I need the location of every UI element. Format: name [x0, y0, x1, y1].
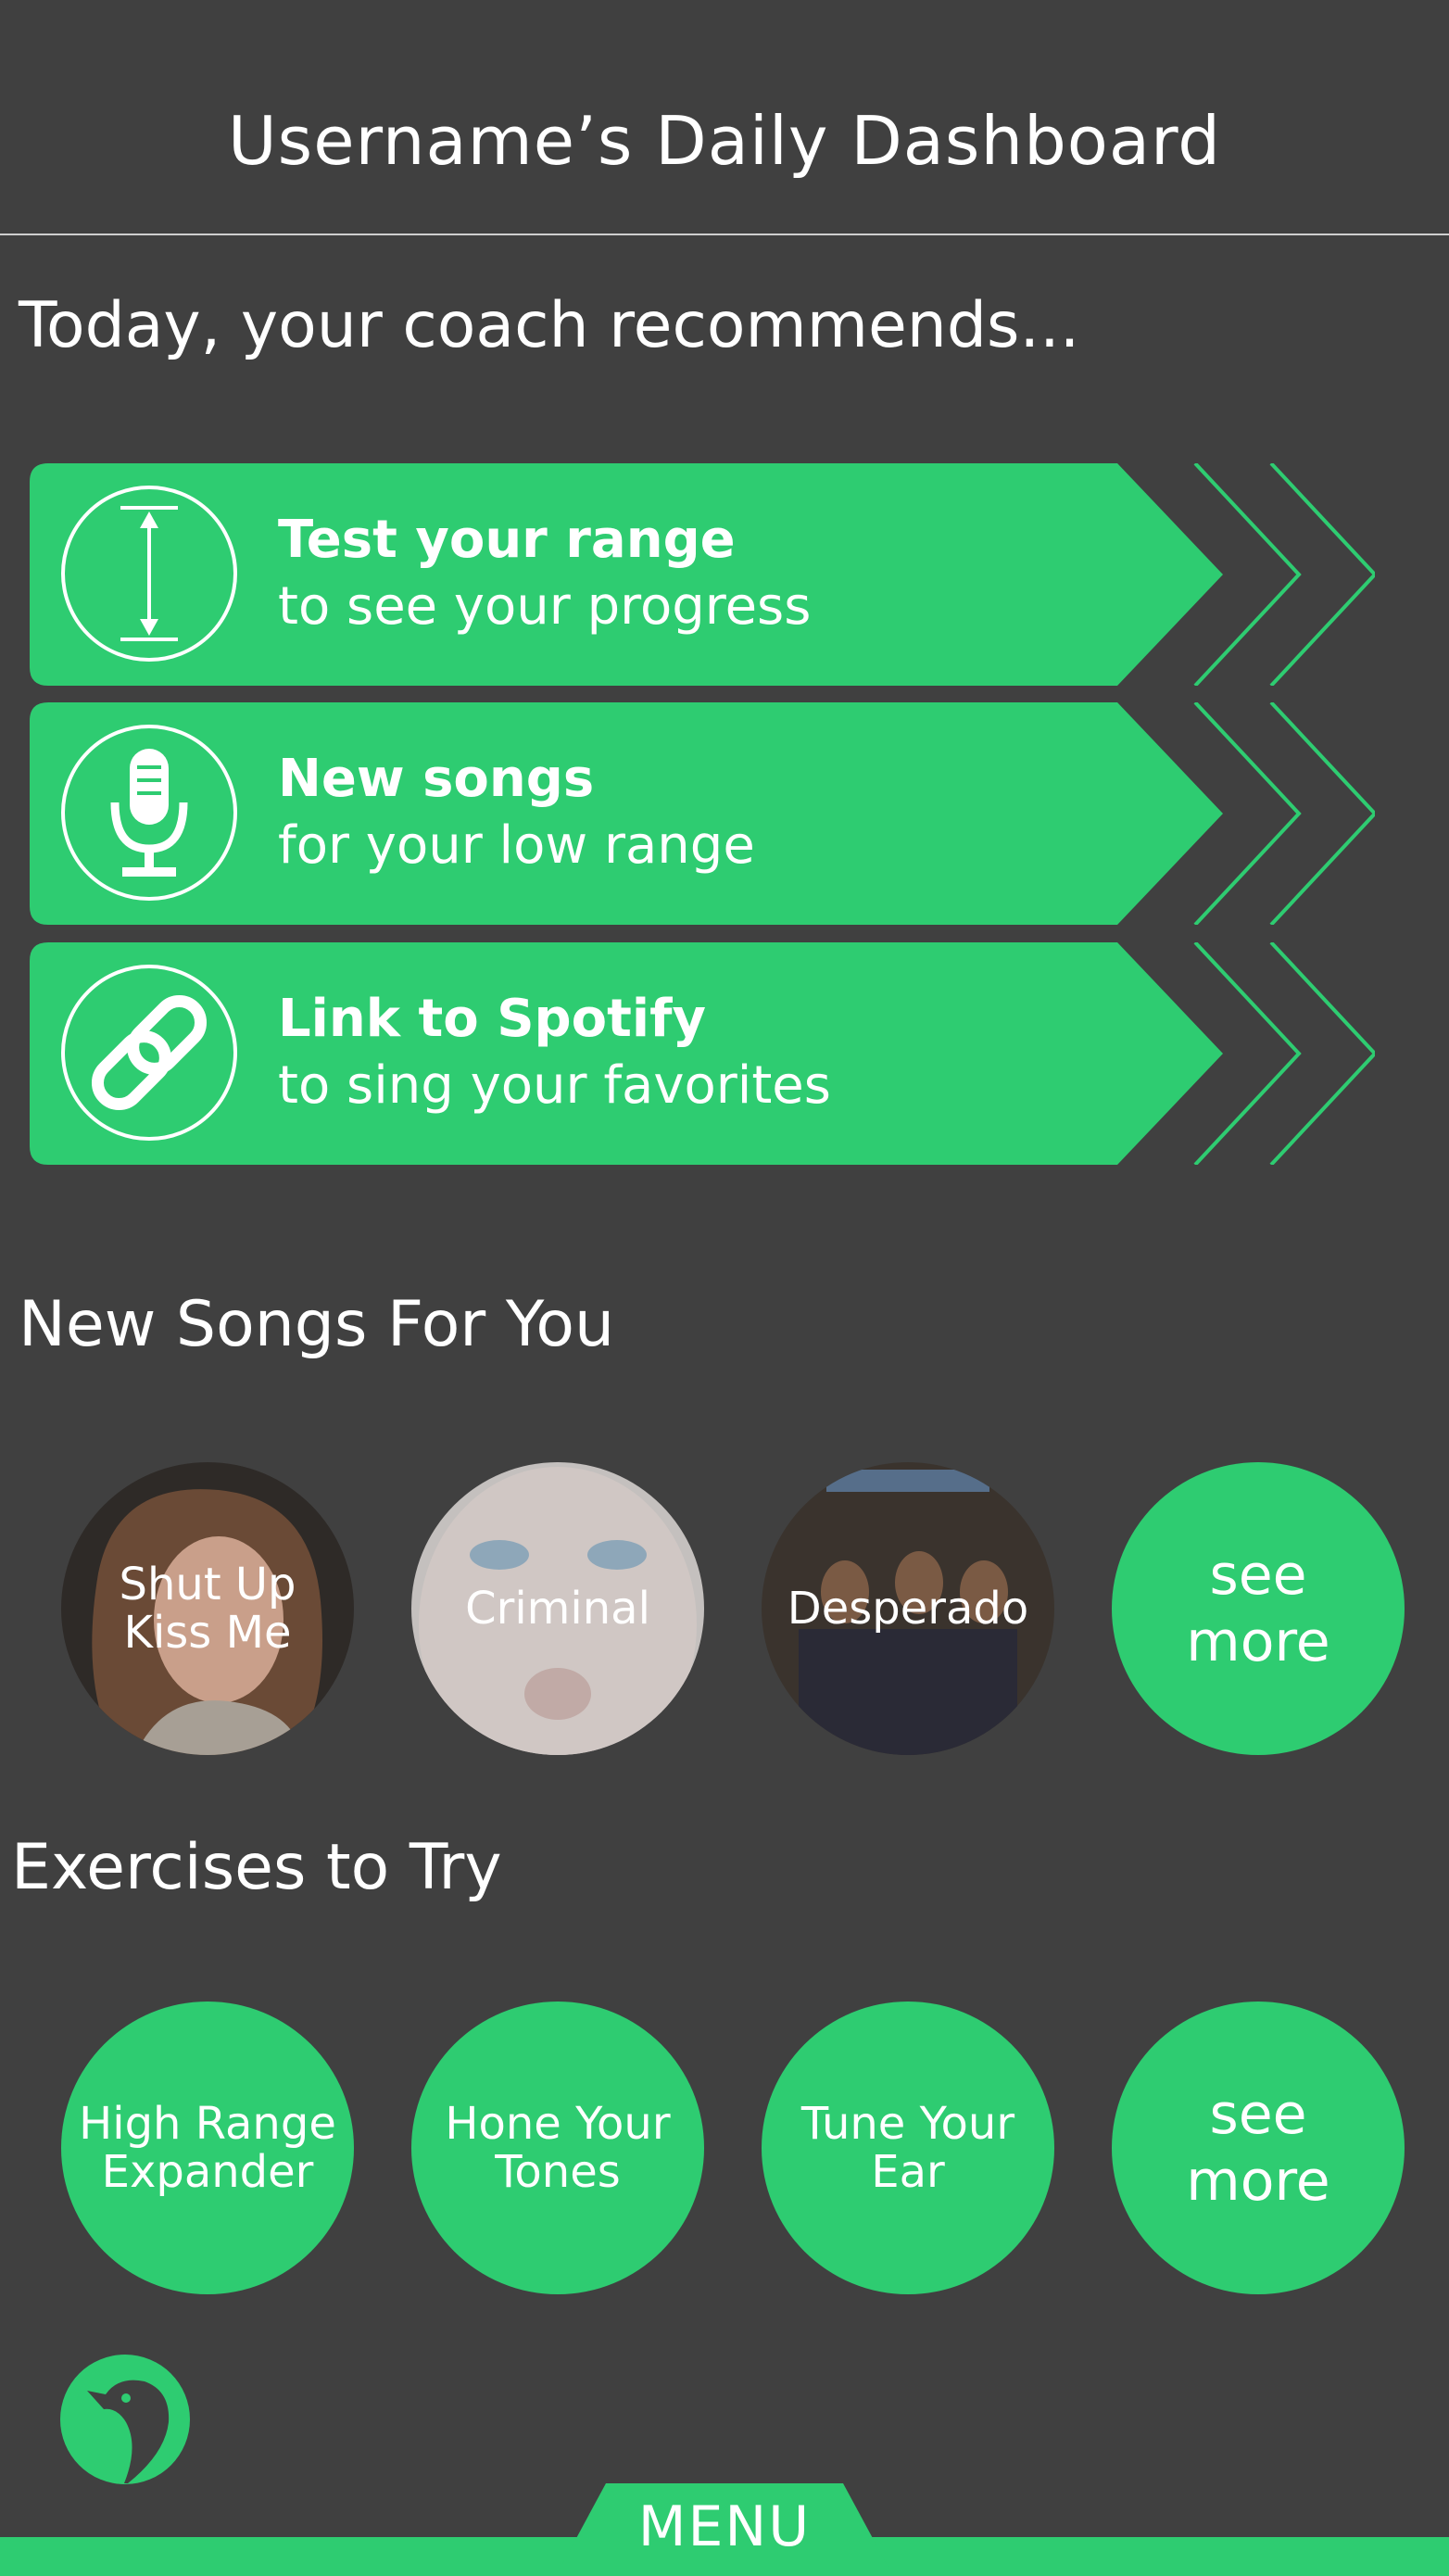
chevron-right-icon — [1193, 702, 1375, 925]
see-more-label: see more — [1186, 1543, 1330, 1674]
songs-heading: New Songs For You — [19, 1288, 615, 1361]
exercise-label: High Range Expander — [79, 2098, 336, 2198]
chevron-right-icon — [1193, 942, 1375, 1165]
song-shut-up-kiss-me[interactable]: Shut Up Kiss Me — [61, 1462, 354, 1755]
rec-card-new-songs[interactable]: New songs for your low range — [30, 702, 1223, 925]
link-icon — [61, 965, 237, 1141]
song-label: Criminal — [465, 1583, 650, 1635]
page-title: Username’s Daily Dashboard — [227, 102, 1221, 180]
exercises-see-more-button[interactable]: see more — [1112, 2001, 1405, 2294]
range-arrow-icon — [61, 486, 237, 662]
song-criminal[interactable]: Criminal — [411, 1462, 704, 1755]
song-label: Desperado — [787, 1583, 1029, 1635]
exercise-label: Hone Your Tones — [445, 2098, 671, 2198]
rec-card-link-spotify[interactable]: Link to Spotify to sing your favorites — [30, 942, 1223, 1165]
see-more-label: see more — [1186, 2082, 1330, 2214]
songs-see-more-button[interactable]: see more — [1112, 1462, 1405, 1755]
microphone-icon — [61, 725, 237, 901]
rec-card-test-range[interactable]: Test your range to see your progress — [30, 463, 1223, 686]
exercise-label: Tune Your Ear — [800, 2098, 1015, 2198]
exercises-heading: Exercises to Try — [11, 1831, 502, 1904]
recommendations-heading: Today, your coach recommends... — [19, 289, 1080, 362]
rec-subtitle: for your low range — [278, 815, 755, 876]
menu-button-label[interactable]: MENU — [556, 2494, 893, 2559]
rec-title: Link to Spotify — [278, 989, 706, 1049]
header: Username’s Daily Dashboard — [0, 0, 1449, 235]
exercise-hone-your-tones[interactable]: Hone Your Tones — [411, 2001, 704, 2294]
chevron-right-icon — [1193, 463, 1375, 686]
song-label: Shut Up Kiss Me — [119, 1559, 296, 1659]
exercise-high-range-expander[interactable]: High Range Expander — [61, 2001, 354, 2294]
rec-subtitle: to sing your favorites — [278, 1055, 831, 1116]
exercise-tune-your-ear[interactable]: Tune Your Ear — [762, 2001, 1054, 2294]
rec-title: Test your range — [278, 510, 736, 570]
bird-logo-icon — [60, 2355, 190, 2484]
rec-subtitle: to see your progress — [278, 576, 812, 637]
song-desperado[interactable]: Desperado — [762, 1462, 1054, 1755]
rec-title: New songs — [278, 749, 595, 809]
